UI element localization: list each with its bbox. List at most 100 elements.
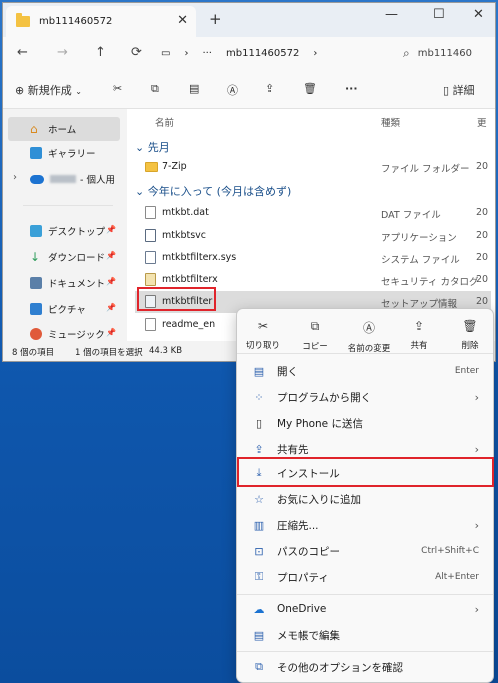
open-icon: ▤: [253, 364, 265, 378]
sidebar-item-label: ギャラリー: [48, 149, 96, 160]
group-label: 先月: [147, 141, 170, 154]
desktop-icon: [30, 225, 42, 237]
column-header-type[interactable]: 種類: [381, 115, 400, 129]
file-date: 20: [476, 274, 489, 285]
onedrive-icon: [30, 174, 44, 184]
sidebar-item-label: ピクチャ: [48, 305, 86, 316]
pin-icon: 📌: [106, 225, 116, 234]
details-button[interactable]: ▯ 詳細: [443, 82, 475, 98]
sidebar-item-onedrive[interactable]: › - 個人用: [8, 167, 120, 191]
menu-item-open-with[interactable]: ⁘ プログラムから開く ›: [241, 384, 489, 410]
file-date: 20: [476, 207, 489, 218]
list-item[interactable]: mtkbtfilterx.sys システム ファイル 20: [135, 247, 491, 269]
sidebar-item-pictures[interactable]: ピクチャ 📌: [8, 297, 120, 321]
menu-accelerator: Alt+Enter: [435, 572, 479, 582]
sidebar-item-gallery[interactable]: ギャラリー: [8, 141, 120, 165]
search-input[interactable]: ⌕ mb111460: [403, 41, 495, 65]
status-size: 44.3 KB: [149, 346, 183, 356]
menu-item-copy-path[interactable]: ⊡ パスのコピー Ctrl+Shift+C: [241, 538, 489, 564]
file-type: セキュリティ カタログ: [381, 277, 479, 288]
file-date: 20: [476, 230, 489, 241]
menu-accelerator: Enter: [454, 366, 479, 376]
plus-icon: ⊕: [15, 84, 25, 97]
paste-icon[interactable]: ▤: [189, 82, 199, 95]
command-bar: ⊕ 新規作成 ⌄ ✂ ⧉ ▤ Ⓐ ⇪ 🗑 ··· ▯ 詳細: [3, 70, 495, 109]
sidebar-item-documents[interactable]: ドキュメント 📌: [8, 271, 120, 295]
details-pane-icon: ▯: [443, 84, 450, 97]
column-header-name[interactable]: 名前: [155, 115, 174, 129]
music-icon: [30, 328, 42, 340]
close-button[interactable]: ✕: [473, 7, 484, 22]
copy-icon[interactable]: ⧉: [151, 82, 159, 96]
file-icon: [145, 318, 156, 331]
file-type: アプリケーション: [381, 233, 457, 244]
title-bar: mb111460572 ✕ + — ☐ ✕: [3, 3, 495, 37]
menu-item-more-options[interactable]: ⧉ その他のオプションを確認: [241, 654, 489, 680]
tab-close-icon[interactable]: ✕: [177, 13, 188, 28]
chevron-right-icon: ›: [474, 390, 479, 404]
cut-icon[interactable]: ✂: [113, 82, 122, 95]
pin-icon: 📌: [106, 303, 116, 312]
file-date: 20: [476, 252, 489, 263]
phone-icon: ▯: [255, 416, 263, 430]
chevron-down-icon: ⌄: [135, 185, 145, 198]
delete-button[interactable]: 🗑 削除: [448, 319, 492, 351]
breadcrumb-current[interactable]: mb111460572: [226, 48, 299, 59]
share-button[interactable]: ⇪ 共有: [397, 319, 441, 351]
refresh-button[interactable]: ⟳: [131, 45, 142, 60]
document-icon: [30, 277, 42, 289]
file-type: ファイル フォルダー: [381, 164, 470, 175]
up-button[interactable]: ↑: [95, 45, 106, 60]
copy-icon: ⧉: [310, 319, 320, 333]
rename-button[interactable]: Ⓐ 名前の変更: [341, 319, 397, 354]
list-item[interactable]: mtkbtsvc アプリケーション 20: [135, 225, 491, 247]
highlight-box-install: [237, 457, 494, 487]
menu-item-add-favorite[interactable]: ☆ お気に入りに追加: [241, 486, 489, 512]
star-icon: ☆: [254, 492, 264, 506]
menu-item-label: OneDrive: [277, 603, 327, 615]
quick-action-label: 切り取り: [245, 341, 280, 351]
file-date: 20: [476, 161, 489, 172]
search-icon: ⌕: [403, 45, 410, 60]
computer-icon: ▭: [161, 47, 171, 59]
file-name: readme_en: [162, 319, 216, 330]
breadcrumb-overflow[interactable]: ···: [202, 48, 212, 59]
new-tab-button[interactable]: +: [209, 10, 222, 28]
column-header-date[interactable]: 更: [477, 115, 487, 129]
cut-icon: ✂: [257, 319, 269, 333]
forward-button[interactable]: →: [57, 45, 68, 60]
rename-icon[interactable]: Ⓐ: [227, 82, 238, 98]
sidebar-item-home[interactable]: ⌂ ホーム: [8, 117, 120, 141]
menu-item-onedrive[interactable]: ☁ OneDrive ›: [241, 596, 489, 622]
back-button[interactable]: ←: [17, 45, 28, 60]
chevron-right-icon: ›: [474, 602, 479, 616]
menu-accelerator: Ctrl+Shift+C: [421, 546, 479, 556]
copy-path-icon: ⊡: [254, 544, 264, 558]
new-button[interactable]: ⊕ 新規作成 ⌄: [15, 82, 82, 98]
sidebar-item-desktop[interactable]: デスクトップ 📌: [8, 219, 120, 243]
delete-icon[interactable]: 🗑: [303, 82, 317, 95]
tab-current[interactable]: mb111460572 ✕: [6, 6, 196, 37]
sidebar-item-downloads[interactable]: ↓ ダウンロード 📌: [8, 245, 120, 269]
maximize-button[interactable]: ☐: [433, 7, 445, 22]
list-item[interactable]: 7-Zip ファイル フォルダー 20: [135, 156, 491, 178]
group-label: 今年に入って (今月は含めず): [147, 185, 292, 198]
menu-item-properties[interactable]: ⚿ プロパティ Alt+Enter: [241, 564, 489, 590]
group-header[interactable]: ⌄ 今年に入って (今月は含めず): [135, 183, 291, 199]
chevron-right-icon: ›: [474, 442, 479, 456]
menu-item-compress[interactable]: ▥ 圧縮先... ›: [241, 512, 489, 538]
minimize-button[interactable]: —: [385, 7, 398, 22]
more-options-button[interactable]: ···: [345, 82, 358, 95]
breadcrumb[interactable]: ▭ › ··· mb111460572 ›: [161, 41, 401, 65]
quick-action-label: コピー: [302, 342, 328, 352]
list-item[interactable]: mtkbt.dat DAT ファイル 20: [135, 202, 491, 224]
copy-button[interactable]: ⧉ コピー: [293, 319, 337, 352]
menu-item-edit-notepad[interactable]: ▤ メモ帳で編集: [241, 622, 489, 648]
menu-item-send-to-phone[interactable]: ▯ My Phone に送信: [241, 410, 489, 436]
new-button-label: 新規作成: [27, 84, 72, 97]
share-icon[interactable]: ⇪: [265, 82, 274, 95]
menu-separator: [237, 651, 493, 652]
cut-button[interactable]: ✂ 切り取り: [241, 319, 285, 351]
menu-item-open[interactable]: ▤ 開く Enter: [241, 358, 489, 384]
group-header[interactable]: ⌄ 先月: [135, 139, 170, 155]
